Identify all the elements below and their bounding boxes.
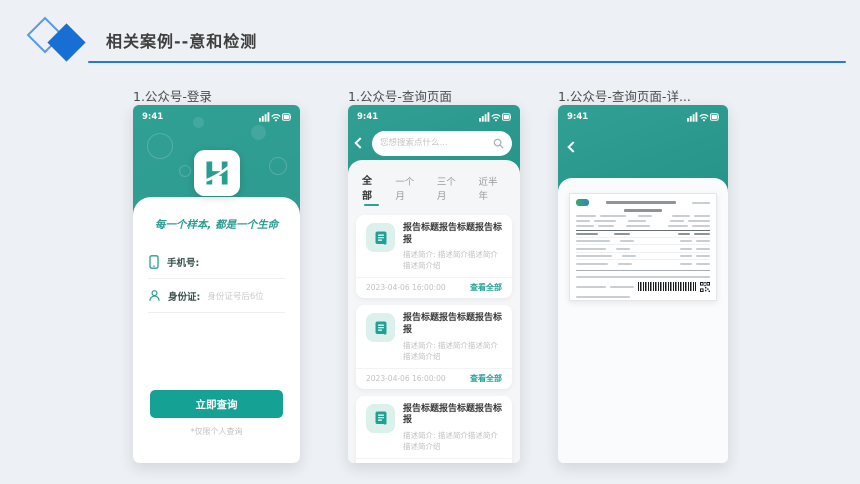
report-title: 报告标题报告标题报告标报 — [403, 223, 503, 245]
login-card: 每一个样本, 都是一个生命 手机号: 身份证: 身份证号后6位 立即查询 *仅限… — [133, 197, 300, 463]
phone-field-label: 手机号: — [167, 257, 200, 269]
list-content-panel: 全部 一个月 三个月 近半年 报告标题报告标题报告标报 描述简介: 描述简介描述… — [348, 160, 520, 463]
title-underline — [88, 61, 846, 63]
query-now-button[interactable]: 立即查询 — [150, 390, 283, 418]
report-subtitle: 描述简介: 描述简介描述简介描述简介绍 — [403, 431, 498, 452]
personal-only-note: *仅限个人查询 — [190, 427, 243, 436]
phone-report-detail-screen: 9:41 — [558, 105, 728, 463]
tab-three-months[interactable]: 三个月 — [437, 174, 465, 202]
report-subtitle: 描述简介: 描述简介描述简介描述简介绍 — [403, 250, 498, 271]
id-field-label: 身份证: — [168, 291, 201, 303]
report-result-table — [576, 229, 710, 267]
signal-wifi-battery-icons — [479, 112, 511, 122]
tab-all[interactable]: 全部 — [362, 172, 381, 206]
id-field-placeholder: 身份证号后6位 — [207, 291, 264, 302]
search-icon — [493, 138, 504, 149]
virus-doodle — [147, 133, 173, 159]
report-doc-icon — [366, 403, 395, 433]
clock: 9:41 — [567, 112, 589, 122]
slogan-text: 每一个样本, 都是一个生命 — [154, 219, 279, 231]
view-all-link[interactable]: 查看全部 — [470, 282, 502, 293]
status-bar: 9:41 — [567, 111, 719, 123]
status-bar: 9:41 — [357, 111, 511, 123]
report-doc-icon — [366, 223, 395, 252]
report-card[interactable]: 报告标题报告标题报告标报 描述简介: 描述简介描述简介描述简介绍 2023-04… — [356, 305, 512, 389]
login-form: 手机号: 身份证: 身份证号后6位 — [148, 245, 285, 313]
person-icon — [149, 290, 160, 301]
tab-one-month[interactable]: 一个月 — [395, 174, 423, 202]
page-title: 相关案例--意和检测 — [106, 32, 258, 51]
report-date: 2023-04-06 16:00:00 — [366, 373, 446, 383]
search-input[interactable] — [380, 138, 489, 148]
report-card[interactable]: 报告标题报告标题报告标报 描述简介: 描述简介描述简介描述简介绍 2023-04… — [356, 215, 512, 299]
presentation-slide: 相关案例--意和检测 1.公众号-登录 1.公众号-查询页面 1.公众号-查询页… — [0, 0, 860, 484]
virus-doodle — [179, 165, 191, 177]
phone2-caption: 1.公众号-查询页面 — [348, 89, 452, 104]
report-doc-icon — [366, 313, 395, 343]
phone-icon — [149, 254, 159, 269]
report-thumbnail[interactable] — [569, 193, 717, 301]
tab-half-year[interactable]: 近半年 — [478, 174, 506, 202]
virus-doodle — [269, 157, 287, 175]
clock: 9:41 — [142, 112, 164, 122]
report-title: 报告标题报告标题报告标报 — [403, 403, 503, 426]
report-date: 2023-04-06 16:00:00 — [366, 283, 446, 293]
signal-wifi-battery-icons — [687, 112, 719, 122]
report-card-list: 报告标题报告标题报告标报 描述简介: 描述简介描述简介描述简介绍 2023-04… — [348, 211, 520, 463]
slide-logo — [20, 10, 94, 66]
search-bar[interactable] — [372, 130, 512, 156]
filter-tabs: 全部 一个月 三个月 近半年 — [348, 160, 520, 211]
app-logo-h — [193, 150, 240, 200]
view-all-link[interactable]: 查看全部 — [470, 373, 502, 384]
qr-code-icon — [700, 281, 710, 292]
report-card[interactable]: 报告标题报告标题报告标报 描述简介: 描述简介描述简介描述简介绍 2023-04… — [356, 395, 512, 463]
back-chevron-icon[interactable] — [354, 137, 366, 149]
phone-query-list-screen: 9:41 全部 — [348, 105, 520, 463]
barcode — [638, 282, 696, 291]
report-footer — [576, 269, 710, 298]
report-title: 报告标题报告标题报告标报 — [403, 313, 503, 336]
clock: 9:41 — [357, 112, 379, 122]
status-bar: 9:41 — [142, 111, 291, 123]
report-subtitle: 描述简介: 描述简介描述简介描述简介绍 — [403, 340, 498, 361]
phone1-caption: 1.公众号-登录 — [133, 89, 212, 104]
virus-doodle — [251, 125, 266, 140]
phone-login-screen: 9:41 每一个样本, 都是一个生命 手机号: 身份证: 身份证号后6位 立即查… — [133, 105, 300, 463]
phone3-caption: 1.公众号-查询页面-详... — [558, 89, 691, 104]
id-card-field[interactable]: 身份证: 身份证号后6位 — [148, 279, 285, 313]
signal-wifi-battery-icons — [259, 112, 291, 122]
lab-logo — [576, 199, 589, 206]
phone-number-field[interactable]: 手机号: — [148, 245, 285, 279]
detail-content-panel: 下载电子版 — [558, 178, 728, 463]
